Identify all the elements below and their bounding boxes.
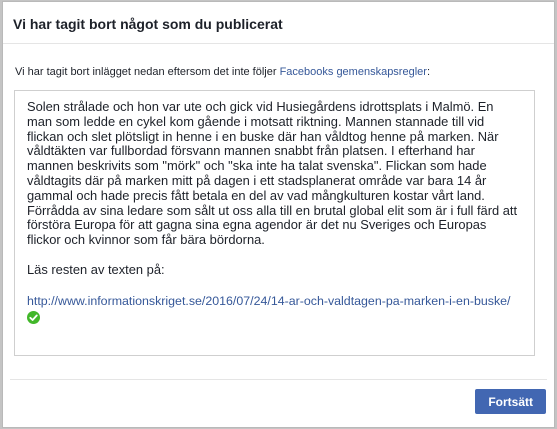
dialog-intro: Vi har tagit bort inlägget nedan efterso… [15,66,430,78]
dialog-title: Vi har tagit bort något som du publicera… [13,15,283,32]
community-standards-link[interactable]: Facebooks gemenskapsregler [280,66,427,78]
post-link[interactable]: http://www.informationskriget.se/2016/07… [27,294,510,308]
intro-text: Vi har tagit bort inlägget nedan efterso… [15,66,280,78]
green-check-icon [27,310,40,324]
removed-post-box: Solen strålade och hon var ute och gick … [14,90,535,356]
dialog-header: Vi har tagit bort något som du publicera… [3,2,554,44]
intro-suffix: : [426,66,430,78]
dialog-footer-divider [10,379,547,380]
continue-button[interactable]: Fortsätt [475,389,546,414]
post-link-row: http://www.informationskriget.se/2016/07… [27,293,522,324]
post-text: Solen strålade och hon var ute och gick … [27,99,518,248]
post-read-more-text: Läs resten av texten på: [27,261,165,277]
